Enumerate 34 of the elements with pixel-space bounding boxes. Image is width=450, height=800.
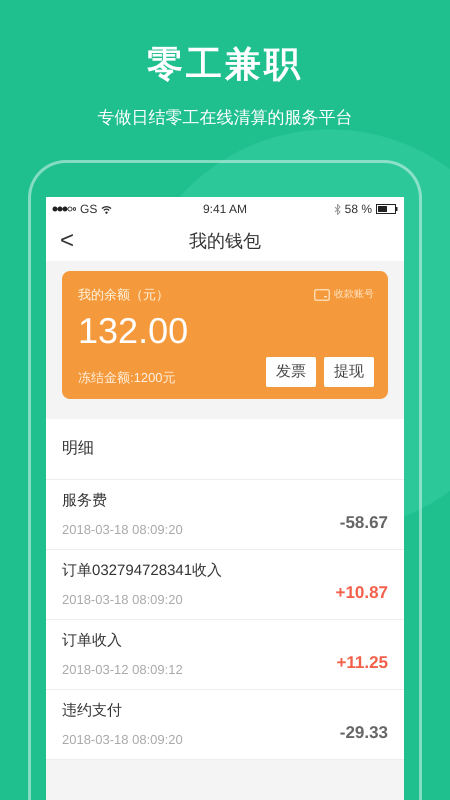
- battery-icon: [376, 204, 398, 214]
- transaction-row[interactable]: 服务费 2018-03-18 08:09:20 -58.67: [46, 480, 404, 550]
- balance-amount: 132.00: [78, 308, 190, 352]
- transaction-amount: -29.33: [340, 722, 388, 744]
- transaction-title: 服务费: [62, 490, 108, 510]
- transaction-time: 2018-03-18 08:09:20: [62, 521, 183, 539]
- action-button[interactable]: 提现: [324, 356, 374, 387]
- transaction-amount: +11.25: [336, 652, 388, 674]
- section-heading: 明细: [46, 419, 404, 480]
- carrier-name: GS: [80, 201, 98, 218]
- transaction-title: 订单收入: [62, 630, 123, 650]
- action-button[interactable]: 发票: [266, 356, 316, 387]
- back-button[interactable]: <: [46, 226, 88, 256]
- balance-label: 我的余额（元）: [78, 286, 169, 304]
- wifi-icon: [101, 204, 112, 214]
- signal-icon: [52, 206, 76, 212]
- transaction-time: 2018-03-18 08:09:20: [62, 591, 184, 609]
- frozen-amount: 冻结金额:1200元: [78, 368, 176, 386]
- transaction-amount: +10.87: [336, 582, 388, 604]
- transaction-time: 2018-03-12 08:09:12: [62, 661, 183, 679]
- clock-time: 9:41 AM: [202, 201, 248, 218]
- card-icon: [314, 288, 330, 301]
- transaction-row[interactable]: 违约支付 2018-03-18 08:09:20 -29.33: [46, 690, 404, 760]
- transaction-row[interactable]: 订单032794728341收入 2018-03-18 08:09:20 +10.87: [46, 550, 404, 620]
- app-subtitle: 专做日结零工在线清算的服务平台: [96, 107, 354, 129]
- transaction-title: 违约支付: [62, 700, 123, 720]
- battery-percent: 58 %: [344, 201, 372, 218]
- transaction-amount: -58.67: [340, 512, 388, 534]
- transaction-title: 订单032794728341收入: [62, 560, 222, 580]
- transaction-row[interactable]: 订单收入 2018-03-12 08:09:12 +11.25: [46, 620, 404, 690]
- bluetooth-icon: [334, 204, 341, 214]
- transaction-time: 2018-03-18 08:09:20: [62, 731, 183, 749]
- app-title: 零工兼职: [146, 42, 304, 86]
- page-title: 我的钱包: [189, 230, 261, 252]
